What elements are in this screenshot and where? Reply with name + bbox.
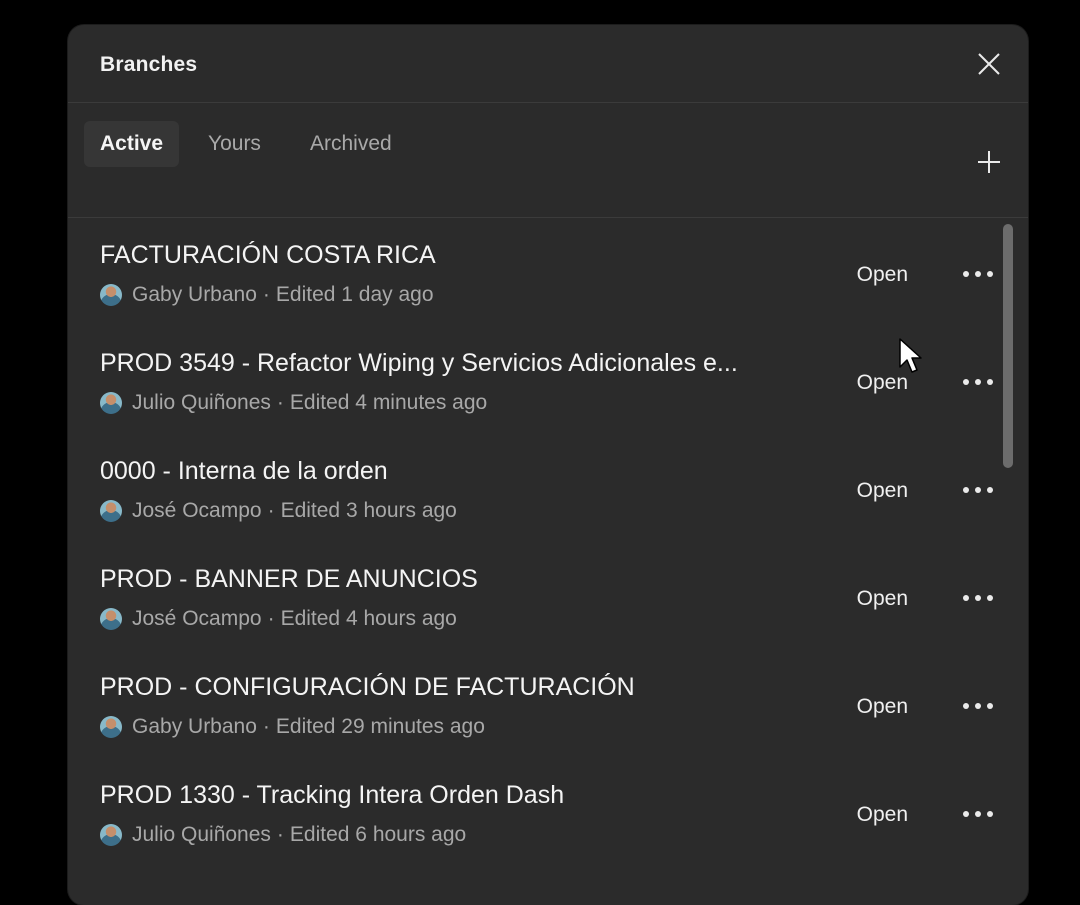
branch-edited: Edited 29 minutes ago xyxy=(275,715,485,738)
more-horizontal-icon xyxy=(963,271,993,277)
open-button[interactable]: Open xyxy=(857,263,908,287)
plus-icon xyxy=(978,151,1000,173)
tab-yours[interactable]: Yours xyxy=(192,121,277,167)
branch-meta: José Ocampo · Edited 4 hours ago xyxy=(100,607,457,631)
avatar-icon xyxy=(100,824,122,846)
avatar-icon xyxy=(100,500,122,522)
branch-meta: Gaby Urbano · Edited 1 day ago xyxy=(100,283,434,307)
more-horizontal-icon xyxy=(963,595,993,601)
branch-tabs: Active Yours Archived xyxy=(68,104,1028,218)
meta-separator: · xyxy=(276,391,284,414)
branch-author: Julio Quiñones xyxy=(132,391,271,414)
avatar-icon xyxy=(100,392,122,414)
dialog-title: Branches xyxy=(100,53,198,76)
branches-dialog: Branches Active Yours Archived FACTURACI… xyxy=(68,25,1028,905)
close-icon xyxy=(978,53,1000,75)
add-branch-button[interactable] xyxy=(976,149,1002,175)
branch-list: FACTURACIÓN COSTA RICA Gaby Urbano · Edi… xyxy=(68,219,1028,905)
branch-edited: Edited 3 hours ago xyxy=(280,499,457,522)
branch-author: Julio Quiñones xyxy=(132,823,271,846)
branch-meta: Julio Quiñones · Edited 4 minutes ago xyxy=(100,391,487,415)
open-button[interactable]: Open xyxy=(857,695,908,719)
more-options-button[interactable] xyxy=(958,257,998,291)
branch-meta: Gaby Urbano · Edited 29 minutes ago xyxy=(100,715,485,739)
branch-title: PROD 3549 - Refactor Wiping y Servicios … xyxy=(100,349,738,377)
branch-author: Gaby Urbano xyxy=(132,283,257,306)
branch-author: José Ocampo xyxy=(132,499,262,522)
more-options-button[interactable] xyxy=(958,365,998,399)
branch-meta: Julio Quiñones · Edited 6 hours ago xyxy=(100,823,466,847)
branch-title: FACTURACIÓN COSTA RICA xyxy=(100,241,436,269)
branch-row[interactable]: PROD - CONFIGURACIÓN DE FACTURACIÓN Gaby… xyxy=(68,651,998,759)
branch-title: 0000 - Interna de la orden xyxy=(100,457,388,485)
branch-edited: Edited 1 day ago xyxy=(275,283,434,306)
tab-active[interactable]: Active xyxy=(84,121,180,167)
more-horizontal-icon xyxy=(963,379,993,385)
branch-row[interactable]: PROD 3549 - Refactor Wiping y Servicios … xyxy=(68,327,998,435)
more-options-button[interactable] xyxy=(958,581,998,615)
branch-meta: José Ocampo · Edited 3 hours ago xyxy=(100,499,457,523)
mouse-pointer-icon xyxy=(899,338,922,373)
avatar-icon xyxy=(100,716,122,738)
more-options-button[interactable] xyxy=(958,473,998,507)
close-button[interactable] xyxy=(976,51,1002,77)
branch-author: Gaby Urbano xyxy=(132,715,257,738)
meta-separator: · xyxy=(267,607,275,630)
avatar-icon xyxy=(100,608,122,630)
branch-edited: Edited 4 minutes ago xyxy=(289,391,488,414)
avatar-icon xyxy=(100,284,122,306)
more-options-button[interactable] xyxy=(958,689,998,723)
branch-author: José Ocampo xyxy=(132,607,262,630)
branch-row[interactable]: FACTURACIÓN COSTA RICA Gaby Urbano · Edi… xyxy=(68,219,998,327)
branch-title: PROD - CONFIGURACIÓN DE FACTURACIÓN xyxy=(100,673,635,701)
branch-row[interactable]: 0000 - Interna de la orden José Ocampo ·… xyxy=(68,435,998,543)
branch-title: PROD - BANNER DE ANUNCIOS xyxy=(100,565,478,593)
open-button[interactable]: Open xyxy=(857,479,908,503)
meta-separator: · xyxy=(267,499,275,522)
branch-edited: Edited 6 hours ago xyxy=(289,823,467,846)
meta-separator: · xyxy=(276,823,284,846)
branch-title: PROD 1330 - Tracking Intera Orden Dash xyxy=(100,781,565,809)
more-horizontal-icon xyxy=(963,811,993,817)
branch-row[interactable]: PROD - BANNER DE ANUNCIOS José Ocampo · … xyxy=(68,543,998,651)
branch-edited: Edited 4 hours ago xyxy=(280,607,457,630)
more-options-button[interactable] xyxy=(958,797,998,831)
more-horizontal-icon xyxy=(963,487,993,493)
open-button[interactable]: Open xyxy=(857,587,908,611)
open-button[interactable]: Open xyxy=(857,803,908,827)
tab-archived[interactable]: Archived xyxy=(294,121,408,167)
branch-row[interactable]: PROD 1330 - Tracking Intera Orden Dash J… xyxy=(68,759,998,867)
meta-separator: · xyxy=(262,715,270,738)
scrollbar-thumb[interactable] xyxy=(1003,224,1013,468)
meta-separator: · xyxy=(262,283,270,306)
more-horizontal-icon xyxy=(963,703,993,709)
dialog-header: Branches xyxy=(68,25,1028,103)
